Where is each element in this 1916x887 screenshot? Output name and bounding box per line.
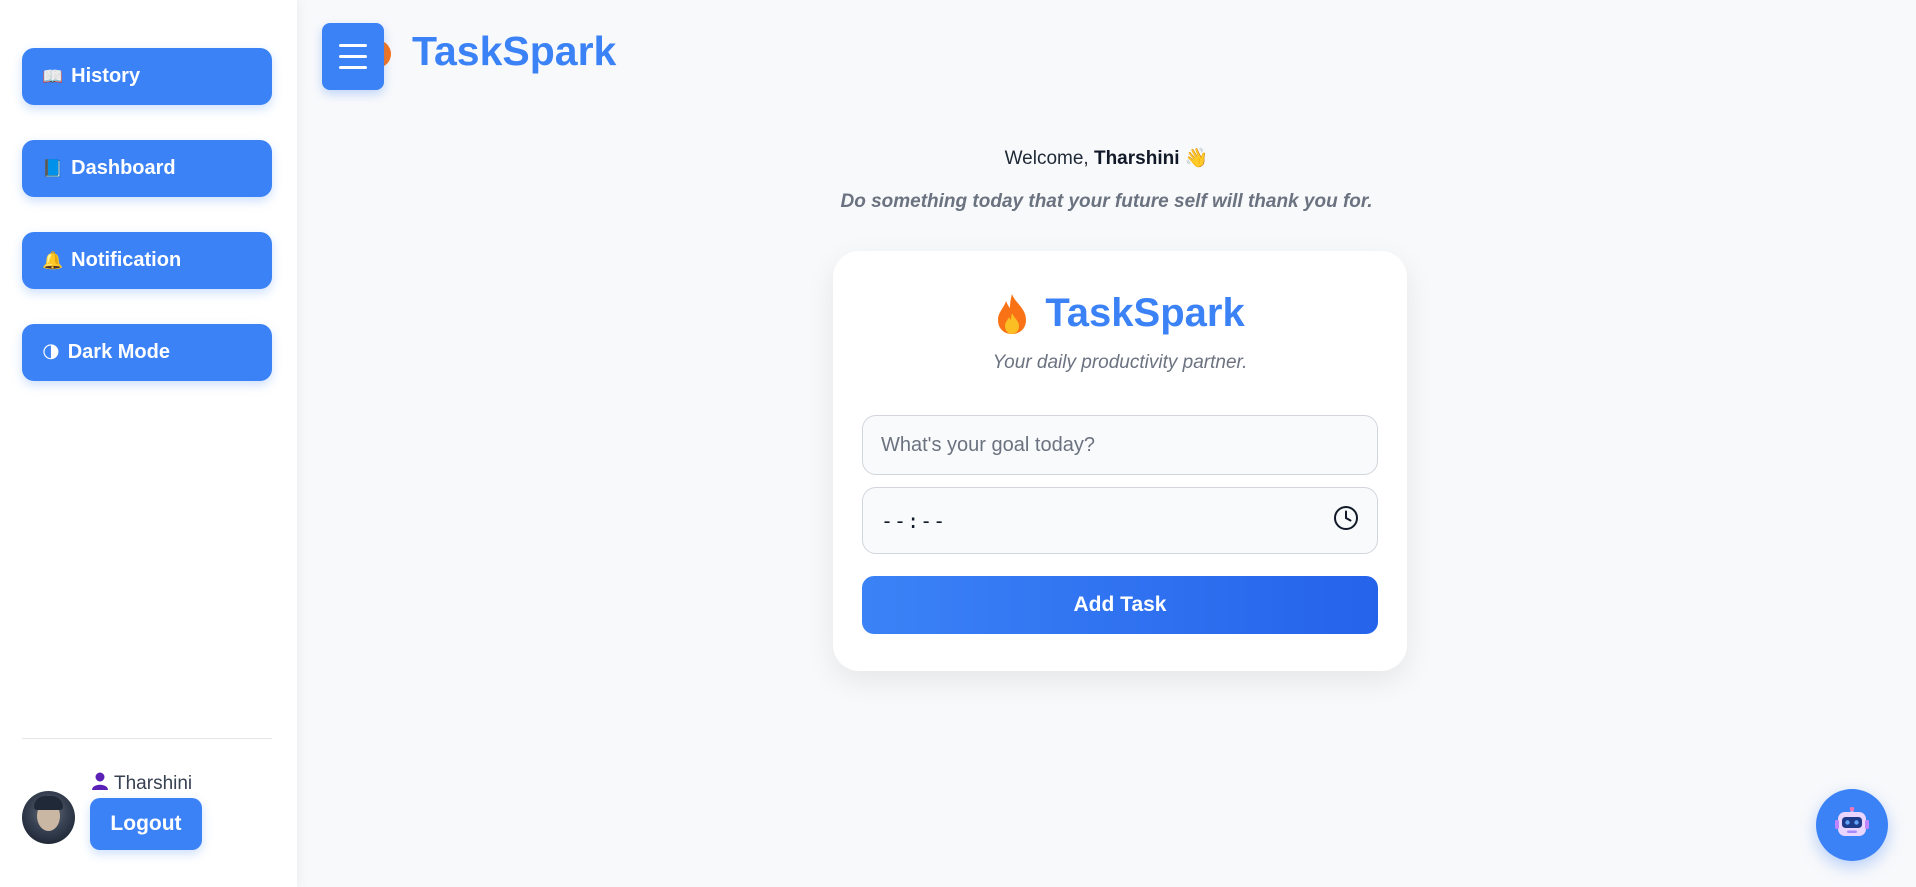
sidebar-item-label: Notification xyxy=(71,249,182,271)
flame-icon xyxy=(995,293,1029,335)
sidebar-item-notification[interactable]: 🔔 Notification xyxy=(22,232,272,289)
task-card: TaskSpark Your daily productivity partne… xyxy=(833,251,1407,671)
time-input[interactable]: --:-- xyxy=(862,487,1378,554)
goal-input[interactable] xyxy=(862,415,1378,475)
card-title-text: TaskSpark xyxy=(1045,291,1245,335)
user-name-label: Tharshini xyxy=(114,772,193,794)
sidebar-item-label: Dashboard xyxy=(71,157,176,179)
book-icon: 📖 xyxy=(42,66,64,86)
half-moon-icon: 🌗 xyxy=(42,342,60,362)
chatbot-button[interactable] xyxy=(1816,789,1888,861)
clock-icon[interactable] xyxy=(1333,505,1359,536)
sidebar-divider xyxy=(22,738,272,739)
robot-icon xyxy=(1835,806,1869,844)
user-icon xyxy=(92,772,108,795)
sidebar-item-label: Dark Mode xyxy=(67,341,170,363)
app-title: TaskSpark xyxy=(412,28,617,74)
welcome-message: Welcome, Tharshini 👋 xyxy=(1004,148,1209,169)
avatar xyxy=(22,791,75,844)
time-value: --:-- xyxy=(881,508,947,533)
motivational-quote: Do something today that your future self… xyxy=(840,191,1373,212)
logout-button[interactable]: Logout xyxy=(90,798,202,850)
user-name: Tharshini xyxy=(92,772,192,795)
sidebar-item-dark-mode[interactable]: 🌗 Dark Mode xyxy=(22,324,272,381)
sidebar-item-dashboard[interactable]: 📘 Dashboard xyxy=(22,140,272,197)
menu-toggle-button[interactable] xyxy=(322,23,384,90)
wave-icon: 👋 xyxy=(1184,148,1209,169)
sidebar-item-history[interactable]: 📖 History xyxy=(22,48,272,105)
card-subtitle: Your daily productivity partner. xyxy=(992,352,1248,373)
notebook-icon: 📘 xyxy=(42,158,64,178)
welcome-name: Tharshini xyxy=(1093,148,1180,169)
bell-icon: 🔔 xyxy=(42,250,64,270)
card-title: TaskSpark xyxy=(833,291,1407,336)
add-task-button[interactable]: Add Task xyxy=(862,576,1378,634)
sidebar: 📖 History 📘 Dashboard 🔔 Notification 🌗 D… xyxy=(0,0,297,887)
sidebar-item-label: History xyxy=(71,65,141,87)
